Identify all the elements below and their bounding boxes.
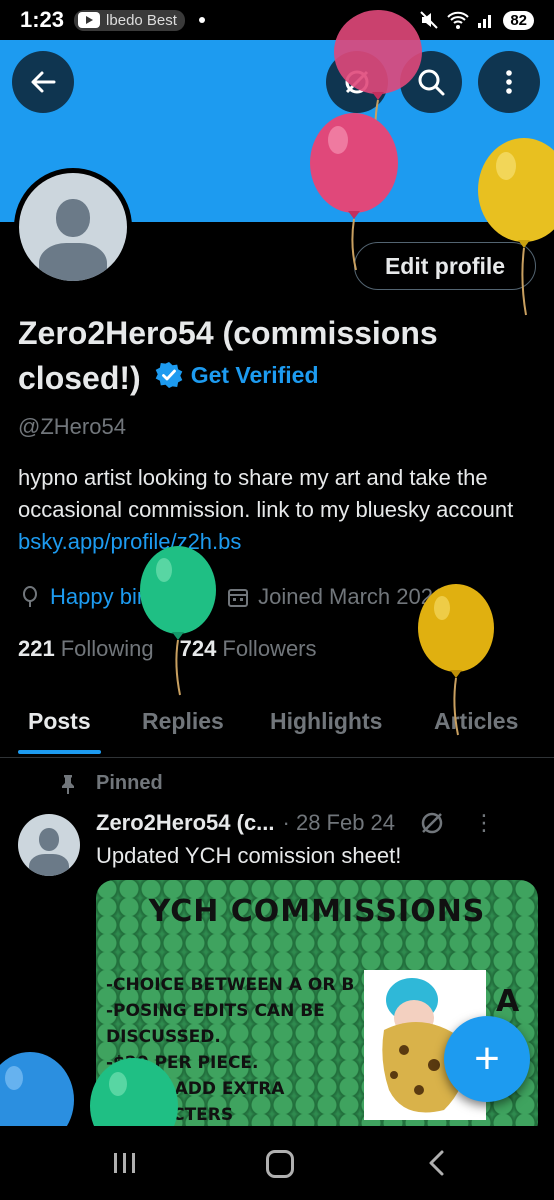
followers-label: Followers bbox=[222, 636, 317, 661]
status-time: 1:23 bbox=[20, 7, 65, 32]
ych-line: -$20 PER PIECE. bbox=[106, 1053, 259, 1073]
pin-icon bbox=[62, 774, 74, 794]
ych-line: -$5 TO ADD EXTRA bbox=[106, 1079, 285, 1099]
tab-replies-label: Replies bbox=[142, 708, 224, 734]
signal-icon bbox=[478, 15, 492, 28]
calendar-icon bbox=[228, 589, 249, 607]
following-label: Following bbox=[60, 636, 154, 661]
post-author[interactable]: Zero2Hero54 (c... bbox=[96, 810, 275, 836]
ych-line: -CHOICE BETWEEN A OR B bbox=[106, 975, 355, 995]
balloon-green bbox=[140, 546, 216, 696]
post-text: Updated YCH comission sheet! bbox=[96, 843, 402, 868]
default-avatar-icon bbox=[19, 173, 127, 281]
tab-highlights[interactable]: Highlights bbox=[270, 700, 382, 735]
circle-slash-icon[interactable] bbox=[419, 810, 445, 836]
follow-stats: 221 Following 724 Followers bbox=[18, 636, 317, 662]
followers-link[interactable]: 724 Followers bbox=[180, 636, 317, 662]
followers-count: 724 bbox=[179, 636, 217, 661]
ych-line: -POSING EDITS CAN BE bbox=[106, 1001, 325, 1021]
tab-articles[interactable]: Articles bbox=[434, 700, 518, 735]
battery-indicator: 82 bbox=[503, 10, 534, 30]
profile-handle: @ZHero54 bbox=[18, 414, 126, 439]
profile-bio: hypno artist looking to share my art and… bbox=[18, 462, 538, 558]
tab-articles-label: Articles bbox=[434, 708, 519, 734]
search-icon bbox=[418, 69, 445, 96]
ych-line: CHARACTERS bbox=[106, 1105, 234, 1125]
tab-replies[interactable]: Replies bbox=[142, 700, 224, 735]
notification-dot bbox=[198, 17, 205, 23]
bio-text: hypno artist looking to share my art and… bbox=[18, 465, 514, 522]
media-notification-text: lbedo Best bbox=[106, 11, 177, 29]
tab-posts-label: Posts bbox=[28, 708, 91, 734]
post-date[interactable]: · 28 Feb 24 bbox=[283, 810, 396, 836]
pinned-indicator: Pinned bbox=[58, 772, 163, 795]
media-notification: lbedo Best bbox=[74, 9, 185, 31]
back-button[interactable] bbox=[12, 51, 74, 113]
profile-meta: Happy birthday! Joined March 2021 bbox=[18, 584, 445, 610]
profile-avatar[interactable] bbox=[14, 168, 132, 286]
following-link[interactable]: 221 Following bbox=[18, 636, 154, 662]
post-avatar[interactable] bbox=[18, 814, 80, 876]
bio-link[interactable]: bsky.app/profile/z2h.bs bbox=[18, 529, 241, 554]
home-icon[interactable] bbox=[266, 1150, 294, 1178]
system-nav-bar bbox=[0, 1126, 554, 1200]
verified-badge-icon bbox=[155, 362, 182, 388]
tabs-divider bbox=[0, 757, 554, 758]
tab-posts[interactable]: Posts bbox=[18, 700, 101, 754]
ych-line: DISCUSSED. bbox=[106, 1027, 221, 1047]
compose-button[interactable]: + bbox=[444, 1016, 530, 1102]
wifi-icon bbox=[447, 11, 470, 29]
more-options-button[interactable] bbox=[478, 51, 540, 113]
ych-title: YCH COMMISSIONS bbox=[148, 894, 486, 929]
status-bar: 1:23 lbedo Best 82 bbox=[0, 0, 554, 40]
active-tab-indicator bbox=[18, 750, 101, 754]
balloon-icon bbox=[23, 586, 37, 607]
post-header: Zero2Hero54 (c... · 28 Feb 24 ⋮ bbox=[96, 810, 536, 836]
profile-name-block: Zero2Hero54 (commissions closed!) Get Ver… bbox=[18, 312, 518, 399]
mute-icon bbox=[420, 11, 439, 29]
ych-details: -CHOICE BETWEEN A OR B -POSING EDITS CAN… bbox=[106, 972, 356, 1128]
post-image[interactable]: YCH COMMISSIONS -CHOICE BETWEEN A OR B -… bbox=[96, 880, 538, 1140]
tab-highlights-label: Highlights bbox=[270, 708, 383, 734]
following-count: 221 bbox=[18, 636, 55, 661]
get-verified-link[interactable]: Get Verified bbox=[141, 354, 319, 396]
birthday-label[interactable]: Happy birthday! bbox=[50, 584, 204, 610]
vertical-dots-icon bbox=[506, 70, 512, 94]
recents-icon[interactable] bbox=[112, 1152, 138, 1174]
status-icons: 82 bbox=[419, 10, 534, 30]
back-arrow-icon bbox=[31, 71, 56, 93]
youtube-icon bbox=[78, 12, 101, 28]
edit-profile-button[interactable]: Edit profile bbox=[354, 242, 536, 290]
get-verified-label: Get Verified bbox=[190, 362, 319, 388]
joined-date: Joined March 2021 bbox=[258, 584, 446, 609]
notify-off-button[interactable] bbox=[326, 51, 388, 113]
profile-tabs: Posts Replies Highlights Articles bbox=[0, 700, 554, 756]
circle-slash-icon bbox=[345, 70, 369, 94]
post-more-icon[interactable]: ⋮ bbox=[473, 810, 495, 836]
ych-option-letter: A bbox=[496, 984, 520, 1019]
search-button[interactable] bbox=[400, 51, 462, 113]
pinned-label: Pinned bbox=[96, 772, 163, 794]
system-back-icon[interactable] bbox=[422, 1148, 452, 1178]
